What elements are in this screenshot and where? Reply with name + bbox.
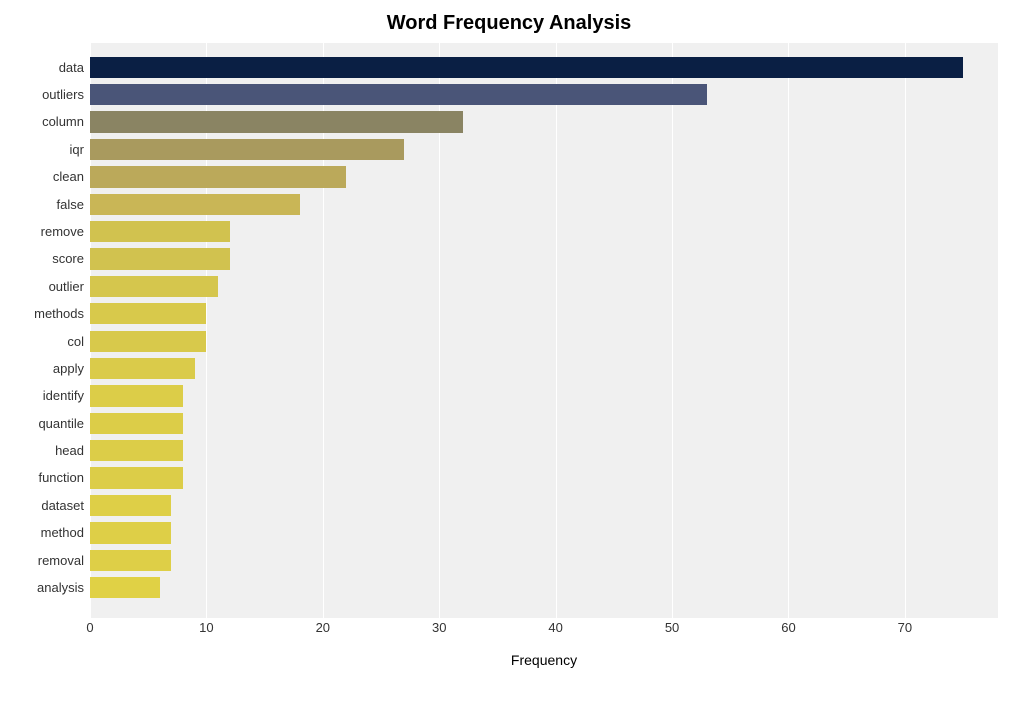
bar-row: methods: [90, 303, 998, 324]
x-tick-label: 50: [665, 620, 679, 635]
y-tick-label: false: [57, 194, 84, 215]
y-tick-label: remove: [41, 221, 84, 242]
y-tick-label: dataset: [41, 495, 84, 516]
bar: [90, 139, 404, 160]
bar-row: apply: [90, 358, 998, 379]
x-tick-label: 0: [86, 620, 93, 635]
bar-row: analysis: [90, 577, 998, 598]
y-tick-label: analysis: [37, 577, 84, 598]
plot-area: data outliers column iqr clean false remove sco…: [90, 43, 998, 648]
bar: [90, 440, 183, 461]
bar: [90, 358, 195, 379]
bar-row: identify: [90, 385, 998, 406]
x-tick-label: 40: [548, 620, 562, 635]
y-tick-label: column: [42, 111, 84, 132]
bar-row: clean: [90, 166, 998, 187]
bar: [90, 84, 707, 105]
bar: [90, 522, 171, 543]
bar-row: quantile: [90, 413, 998, 434]
bar-row: col: [90, 331, 998, 352]
bar-row: removal: [90, 550, 998, 571]
y-tick-label: head: [55, 440, 84, 461]
bar-row: data: [90, 57, 998, 78]
bar-row: remove: [90, 221, 998, 242]
bar: [90, 467, 183, 488]
y-tick-label: removal: [38, 550, 84, 571]
bar-row: dataset: [90, 495, 998, 516]
y-tick-label: clean: [53, 166, 84, 187]
bar-row: outliers: [90, 84, 998, 105]
bar: [90, 248, 230, 269]
bars-group: data outliers column iqr clean false remove sco…: [90, 43, 998, 618]
bar: [90, 550, 171, 571]
y-tick-label: outliers: [42, 84, 84, 105]
bar: [90, 413, 183, 434]
y-tick-label: iqr: [70, 139, 84, 160]
bar: [90, 111, 463, 132]
y-tick-label: methods: [34, 303, 84, 324]
bar: [90, 495, 171, 516]
y-tick-label: score: [52, 248, 84, 269]
bar-row: function: [90, 467, 998, 488]
bar: [90, 577, 160, 598]
y-tick-label: identify: [43, 385, 84, 406]
bar: [90, 194, 300, 215]
y-tick-label: function: [38, 467, 84, 488]
bar: [90, 221, 230, 242]
bar-row: score: [90, 248, 998, 269]
bar: [90, 331, 206, 352]
x-tick-label: 60: [781, 620, 795, 635]
bar-row: head: [90, 440, 998, 461]
y-tick-label: col: [67, 331, 84, 352]
x-tick-label: 10: [199, 620, 213, 635]
bar: [90, 57, 963, 78]
y-tick-label: quantile: [38, 413, 84, 434]
bar: [90, 303, 206, 324]
x-tick-label: 20: [316, 620, 330, 635]
y-tick-label: outlier: [49, 276, 84, 297]
bar-row: outlier: [90, 276, 998, 297]
bar-row: false: [90, 194, 998, 215]
bar: [90, 385, 183, 406]
bar-row: method: [90, 522, 998, 543]
chart-title: Word Frequency Analysis: [10, 12, 1008, 35]
x-tick-label: 30: [432, 620, 446, 635]
y-tick-label: apply: [53, 358, 84, 379]
x-tick-label: 70: [898, 620, 912, 635]
y-tick-label: data: [59, 57, 84, 78]
bar: [90, 166, 346, 187]
bar: [90, 276, 218, 297]
bar-row: column: [90, 111, 998, 132]
chart-container: Word Frequency Analysis data outliers colu…: [0, 0, 1018, 701]
x-axis: Frequency 010203040506070: [90, 618, 998, 648]
y-tick-label: method: [41, 522, 84, 543]
bar-row: iqr: [90, 139, 998, 160]
x-axis-label: Frequency: [511, 652, 577, 668]
